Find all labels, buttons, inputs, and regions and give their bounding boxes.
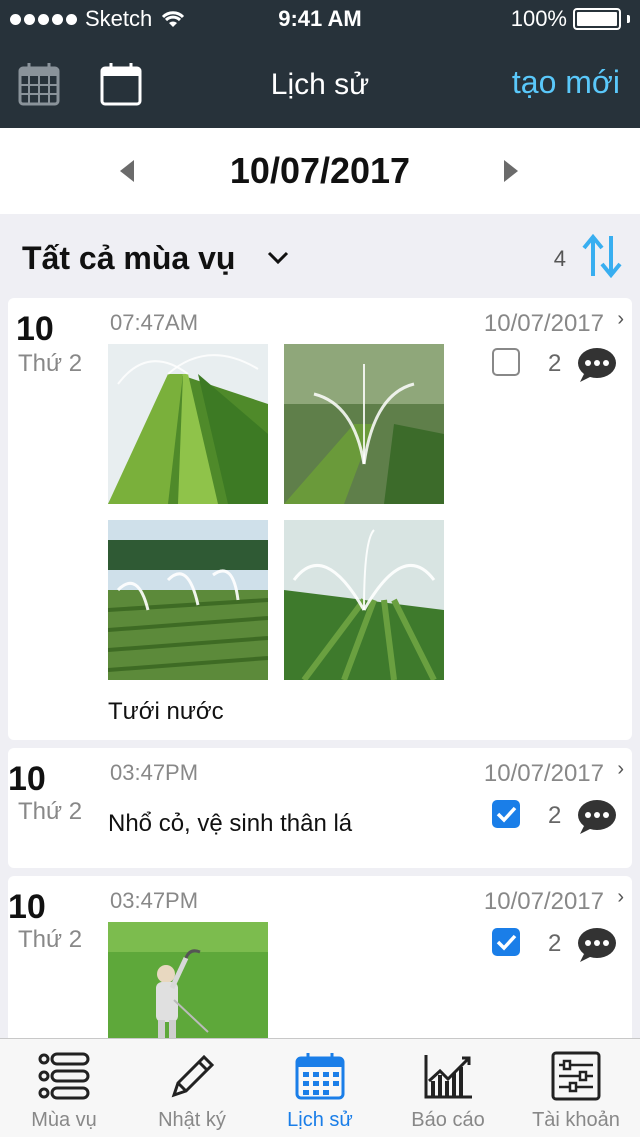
- chevron-right-icon[interactable]: ›: [617, 886, 624, 909]
- tab-label: Tài khoản: [532, 1109, 620, 1131]
- entry-label: Nhổ cỏ, vệ sinh thân lá: [108, 810, 353, 837]
- sliders-icon: [551, 1051, 601, 1101]
- comment-count: 2: [548, 350, 562, 377]
- comment-count: 2: [548, 802, 562, 829]
- entry-photo[interactable]: [284, 344, 444, 504]
- tab-seasons[interactable]: Mùa vụ: [0, 1039, 128, 1137]
- tab-diary[interactable]: Nhật ký: [128, 1039, 256, 1137]
- checkmark-icon: [496, 806, 517, 823]
- new-button[interactable]: tạo mới: [512, 64, 620, 101]
- entry-photo[interactable]: [284, 520, 444, 680]
- entry-photo[interactable]: [108, 520, 268, 680]
- battery-percent: 100%: [510, 6, 567, 31]
- next-date-button[interactable]: [504, 160, 518, 182]
- list-icon: [38, 1052, 90, 1100]
- entry-date: 10/07/2017: [483, 760, 604, 787]
- date-selector: 10/07/2017: [0, 128, 640, 214]
- tab-label: Báo cáo: [411, 1109, 485, 1131]
- selected-date[interactable]: 10/07/2017: [0, 150, 640, 192]
- comment-icon[interactable]: [576, 926, 618, 964]
- chevron-down-icon[interactable]: [266, 250, 290, 266]
- done-checkbox[interactable]: [492, 348, 520, 376]
- battery-tip-icon: [627, 15, 630, 23]
- sort-icon[interactable]: [582, 234, 622, 278]
- entry-time: 07:47AM: [110, 310, 199, 335]
- pencil-icon: [171, 1054, 215, 1098]
- comment-icon[interactable]: [576, 346, 618, 384]
- chevron-right-icon[interactable]: ›: [617, 308, 624, 331]
- entry-label: Tưới nước: [108, 698, 224, 725]
- calendar-icon: [295, 1053, 345, 1100]
- filter-bar: Tất cả mùa vụ 4: [0, 214, 640, 298]
- tab-label: Lịch sử: [287, 1109, 353, 1131]
- entry-weekday: Thứ 2: [18, 798, 83, 825]
- entry-photo[interactable]: [108, 922, 268, 1038]
- entry-day: 10: [16, 310, 54, 348]
- season-dropdown[interactable]: Tất cả mùa vụ: [22, 240, 235, 277]
- tab-account[interactable]: Tài khoản: [512, 1039, 640, 1137]
- tab-bar: Mùa vụ Nhật ký Lịch sử Báo cáo Tài khoản: [0, 1038, 640, 1137]
- comment-icon[interactable]: [576, 798, 618, 836]
- entry-time: 03:47PM: [110, 760, 199, 785]
- entry-photo[interactable]: [108, 344, 268, 504]
- battery-icon: [573, 8, 621, 30]
- entry-day: 10: [8, 888, 46, 926]
- entry-weekday: Thứ 2: [18, 926, 83, 953]
- history-card[interactable]: 10 Thứ 2 03:47PM 10/07/2017 › 2: [8, 876, 632, 1038]
- tab-reports[interactable]: Báo cáo: [384, 1039, 512, 1137]
- tab-history[interactable]: Lịch sử: [256, 1039, 384, 1137]
- entry-day: 10: [8, 760, 46, 798]
- entry-date: 10/07/2017: [483, 310, 604, 337]
- history-card[interactable]: 10 Thứ 2 03:47PM 10/07/2017 › Nhổ cỏ, vệ…: [8, 748, 632, 868]
- done-checkbox[interactable]: [492, 928, 520, 956]
- checkmark-icon: [496, 934, 517, 951]
- entry-time: 03:47PM: [110, 888, 199, 913]
- chevron-right-icon[interactable]: ›: [617, 758, 624, 781]
- done-checkbox[interactable]: [492, 800, 520, 828]
- tab-label: Nhật ký: [158, 1109, 226, 1131]
- entry-count: 4: [553, 246, 566, 271]
- chart-icon: [424, 1055, 472, 1099]
- comment-count: 2: [548, 930, 562, 957]
- tab-label: Mùa vụ: [31, 1109, 97, 1131]
- entry-weekday: Thứ 2: [18, 350, 83, 377]
- battery-info: 100%: [511, 6, 630, 32]
- entry-date: 10/07/2017: [483, 888, 604, 915]
- history-card[interactable]: 10 Thứ 2 07:47AM 10/07/2017 › 2 Tưới nướ…: [8, 298, 632, 740]
- nav-bar: Lịch sử tạo mới: [0, 40, 640, 128]
- status-bar: Sketch 9:41 AM 100%: [0, 0, 640, 40]
